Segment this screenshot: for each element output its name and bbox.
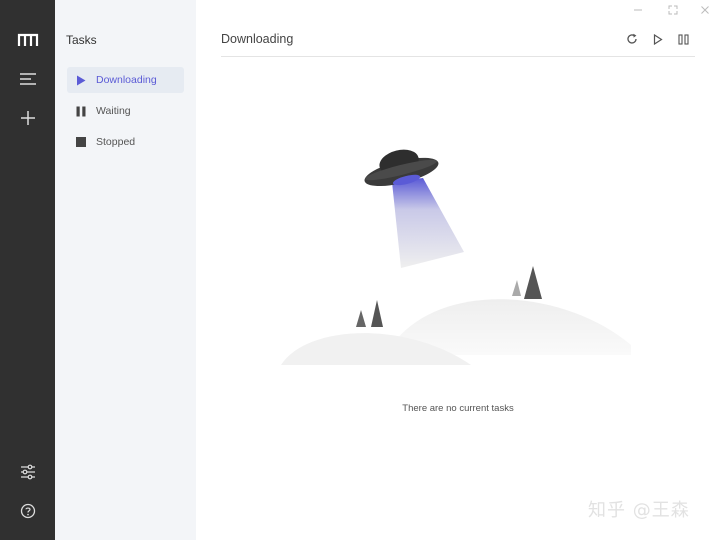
- ufo-empty-illustration: [276, 140, 646, 385]
- task-list-icon[interactable]: [14, 65, 41, 92]
- main-panel: Downloading There are no current tasks: [196, 0, 720, 540]
- task-sidebar: Tasks Downloading Waiting Stopped: [55, 0, 196, 540]
- sidebar-item-stopped[interactable]: Stopped: [67, 129, 184, 155]
- refresh-icon[interactable]: [624, 31, 640, 47]
- empty-state-message: There are no current tasks: [402, 403, 514, 414]
- play-icon: [75, 75, 86, 86]
- sidebar-item-waiting[interactable]: Waiting: [67, 98, 184, 124]
- stop-icon: [75, 137, 86, 148]
- sidebar-item-label: Downloading: [96, 74, 157, 86]
- settings-sliders-icon[interactable]: [14, 458, 41, 485]
- sidebar-title: Tasks: [66, 33, 97, 47]
- help-icon[interactable]: [14, 497, 41, 524]
- watermark-text: 知乎 @王森: [588, 500, 690, 521]
- sidebar-item-downloading[interactable]: Downloading: [67, 67, 184, 93]
- close-icon[interactable]: [698, 4, 712, 16]
- sidebar-item-label: Waiting: [96, 105, 131, 117]
- pause-icon: [75, 106, 86, 117]
- pause-all-icon[interactable]: [675, 31, 691, 47]
- app-logo-icon[interactable]: [14, 26, 41, 53]
- header-divider: [221, 56, 695, 57]
- maximize-icon[interactable]: [666, 4, 680, 16]
- nav-rail: [0, 0, 55, 540]
- resume-all-icon[interactable]: [650, 31, 666, 47]
- sidebar-item-label: Stopped: [96, 136, 136, 148]
- minimize-icon[interactable]: [631, 4, 645, 16]
- add-task-icon[interactable]: [14, 104, 41, 131]
- page-title: Downloading: [221, 32, 294, 46]
